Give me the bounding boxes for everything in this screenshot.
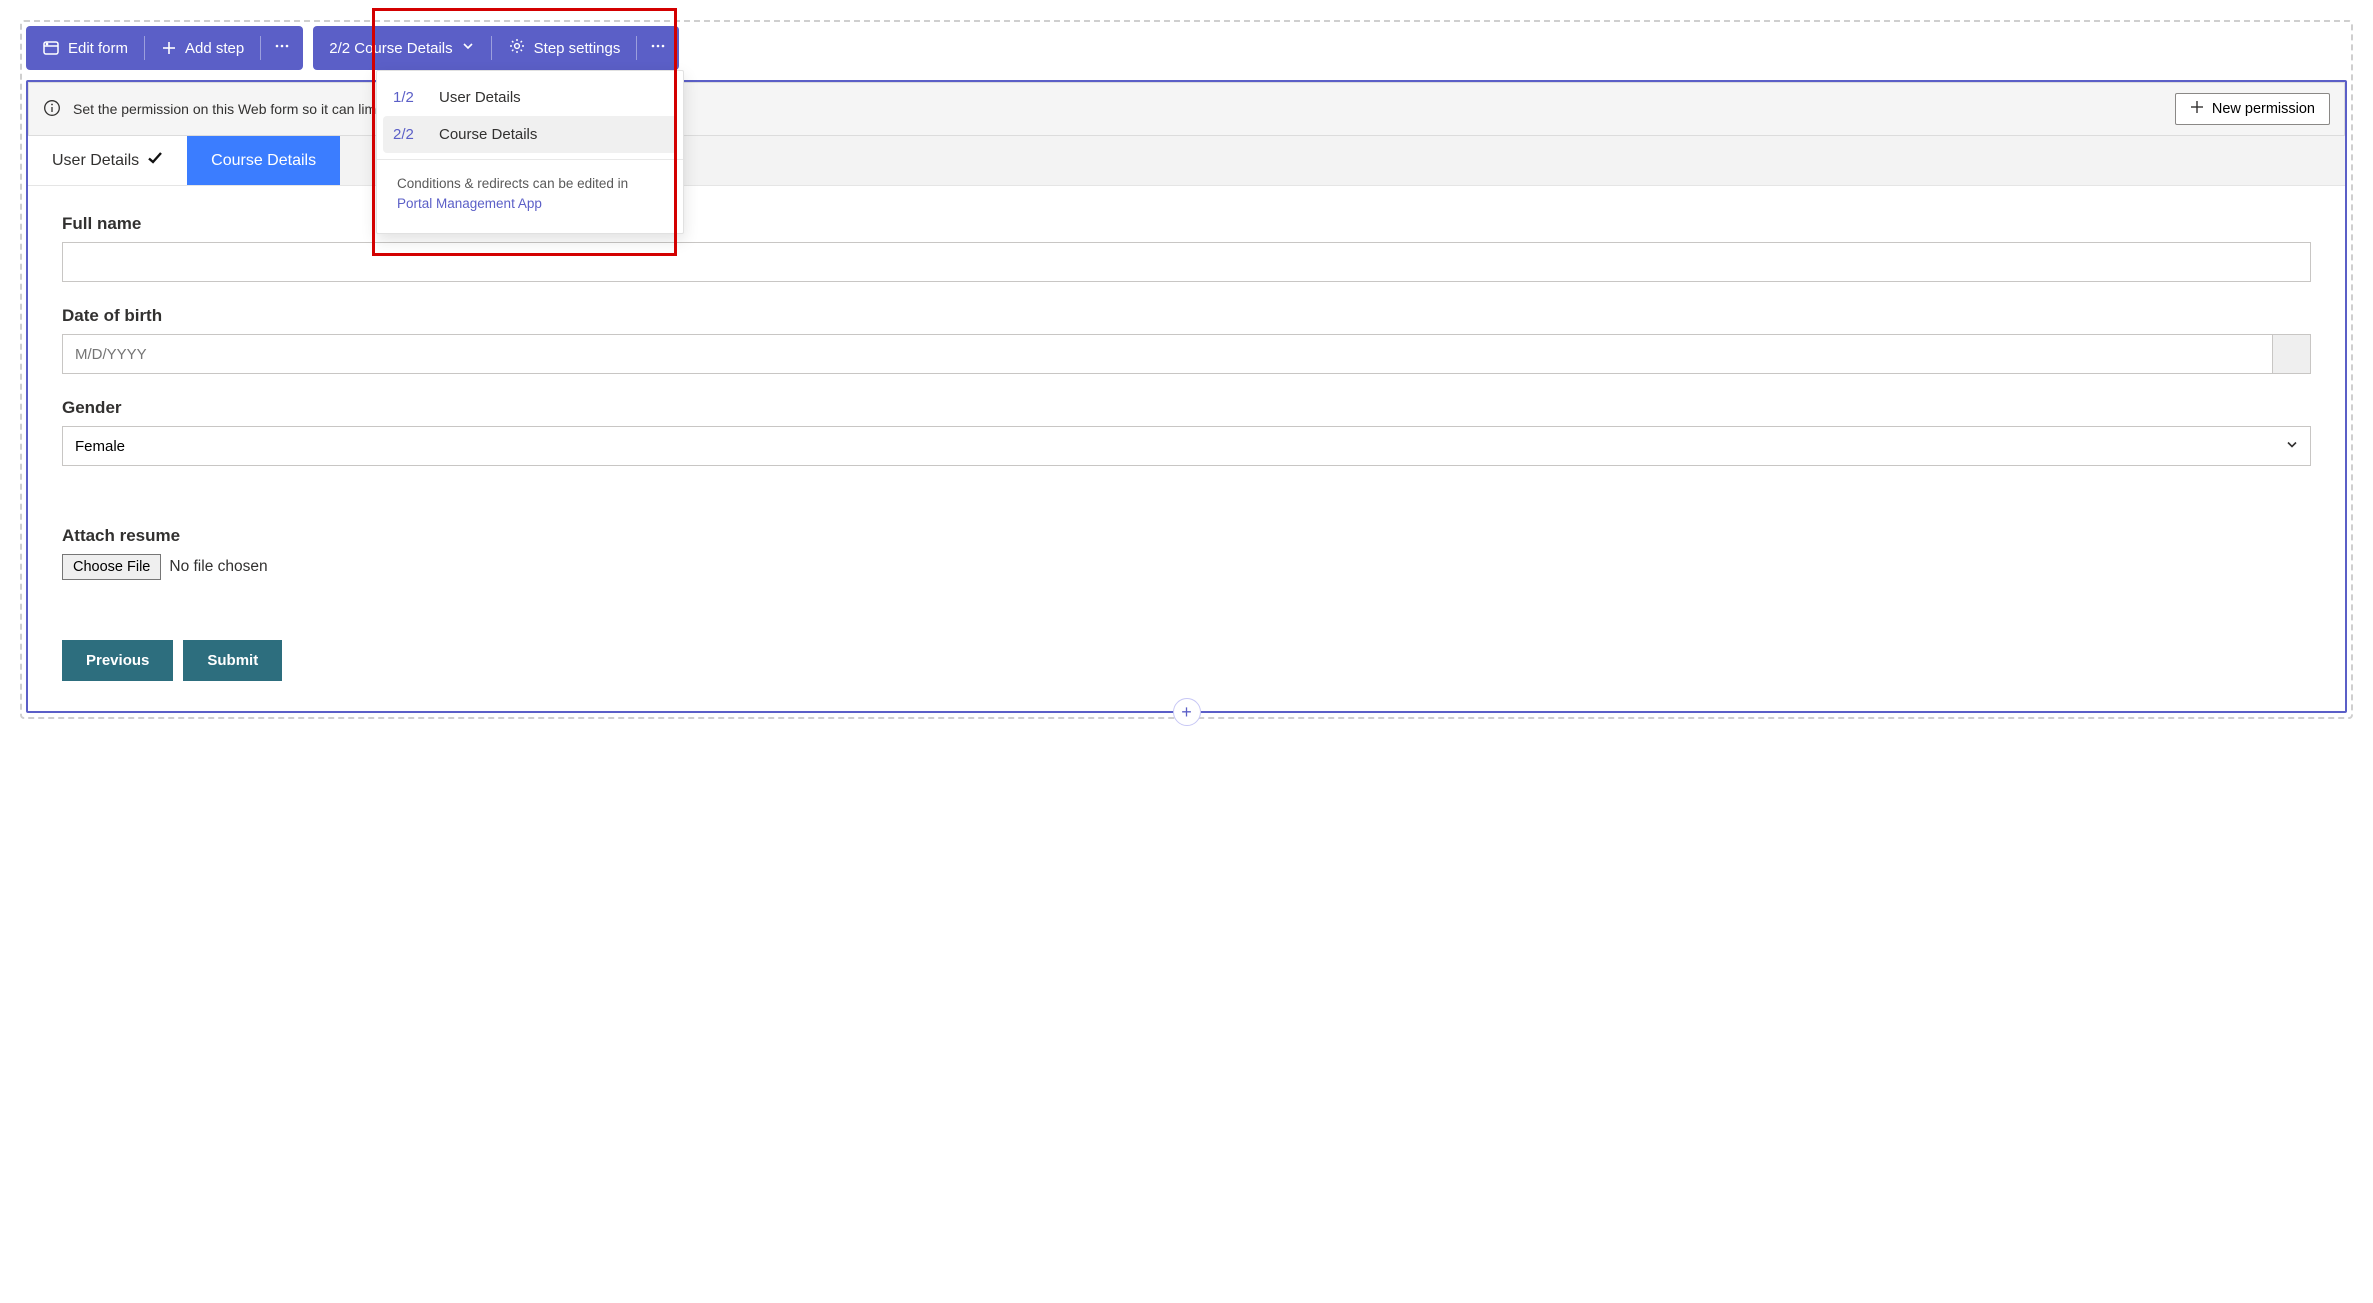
plus-icon (161, 40, 177, 56)
field-dob: Date of birth (62, 306, 2311, 374)
step-num: 1/2 (393, 89, 421, 106)
tab-user-details[interactable]: User Details (28, 136, 187, 185)
edit-form-label: Edit form (68, 40, 128, 57)
add-step-label: Add step (185, 40, 244, 57)
gear-icon (508, 37, 526, 59)
step-label: User Details (439, 89, 521, 106)
step-more-button[interactable] (637, 26, 679, 70)
add-component-button[interactable]: + (1173, 698, 1201, 726)
gender-select[interactable] (62, 426, 2311, 466)
chevron-down-icon (461, 39, 475, 57)
step-dropdown-footer: Conditions & redirects can be edited in … (377, 159, 683, 233)
canvas-container: Edit form Add step 2/2 Course (20, 20, 2353, 719)
step-settings-button[interactable]: Step settings (492, 26, 637, 70)
plus-icon: + (1181, 702, 1192, 723)
footer-text: Conditions & redirects can be edited in (397, 176, 628, 191)
submit-button[interactable]: Submit (183, 640, 282, 681)
field-gender: Gender (62, 398, 2311, 466)
step-settings-label: Step settings (534, 40, 621, 57)
plus-icon (2190, 100, 2204, 118)
choose-file-button[interactable]: Choose File (62, 554, 161, 580)
new-permission-label: New permission (2212, 101, 2315, 117)
more-options-button[interactable] (261, 26, 303, 70)
gender-label: Gender (62, 398, 2311, 418)
more-icon (273, 37, 291, 59)
tab-course-details[interactable]: Course Details (187, 136, 340, 185)
add-step-button[interactable]: Add step (145, 26, 260, 70)
step-dropdown-item-1[interactable]: 1/2 User Details (377, 79, 683, 116)
form-actions: Previous Submit (62, 640, 2311, 681)
dob-input[interactable] (62, 334, 2273, 374)
field-attach-resume: Attach resume Choose File No file chosen (62, 526, 2311, 580)
previous-button[interactable]: Previous (62, 640, 173, 681)
step-dropdown: 1/2 User Details 2/2 Course Details Cond… (376, 70, 684, 234)
form-icon (42, 39, 60, 57)
toolbar-edit: Edit form Add step (26, 26, 303, 70)
step-label: Course Details (439, 126, 537, 143)
step-num: 2/2 (393, 126, 421, 143)
more-icon (649, 37, 667, 59)
tab-label: Course Details (211, 152, 316, 170)
step-selector-button[interactable]: 2/2 Course Details (313, 26, 490, 70)
toolbar-step: 2/2 Course Details Step settings (313, 26, 679, 70)
dob-label: Date of birth (62, 306, 2311, 326)
check-icon (147, 150, 163, 171)
edit-form-button[interactable]: Edit form (26, 26, 144, 70)
full-name-input[interactable] (62, 242, 2311, 282)
info-icon (43, 99, 61, 120)
portal-mgmt-link[interactable]: Portal Management App (397, 196, 542, 211)
new-permission-button[interactable]: New permission (2175, 93, 2330, 125)
component-frame: Set the permission on this Web form so i… (26, 80, 2347, 713)
file-status: No file chosen (169, 558, 267, 576)
attach-label: Attach resume (62, 526, 2311, 546)
step-dropdown-item-2[interactable]: 2/2 Course Details (383, 116, 677, 153)
step-selector-label: 2/2 Course Details (329, 40, 452, 57)
toolbar-row: Edit form Add step 2/2 Course (26, 26, 2347, 70)
tab-label: User Details (52, 152, 139, 170)
date-picker-button[interactable] (2273, 334, 2311, 374)
form-body: Full name Date of birth Gender (28, 186, 2345, 711)
